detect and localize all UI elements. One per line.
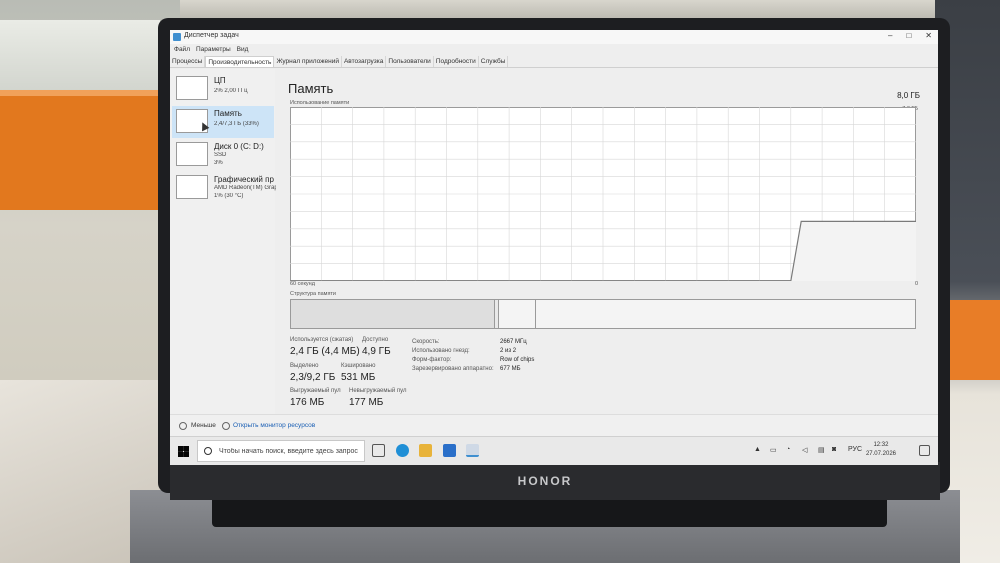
network-icon[interactable]: ◔ bbox=[786, 446, 790, 453]
windows-taskbar: Чтобы начать поиск, введите здесь запрос… bbox=[170, 436, 938, 465]
cached-value: 531 МБ bbox=[341, 372, 376, 383]
graph-axis-right: 0 bbox=[914, 281, 918, 287]
sidebar-item-disk[interactable]: Диск 0 (C: D:) SSD 3% bbox=[172, 139, 274, 171]
chevron-up-icon[interactable] bbox=[179, 422, 187, 430]
window-footer: Меньше Открыть монитор ресурсов bbox=[170, 414, 938, 436]
total-memory: 8,0 ГБ bbox=[897, 91, 920, 100]
memory-panel: Память 8,0 ГБ Использование памяти 7,3 Г… bbox=[282, 69, 932, 414]
menu-view[interactable]: Вид bbox=[237, 44, 249, 55]
disk-thumbnail-graph bbox=[176, 142, 208, 166]
sidebar-item-gpu[interactable]: Графический процессор AMD Radeon(TM) Gra… bbox=[172, 172, 276, 204]
taskbar-clock[interactable]: 12:32 27.07.2026 bbox=[866, 441, 896, 459]
notification-center-icon[interactable] bbox=[919, 445, 930, 456]
window-title: Диспетчер задач bbox=[184, 32, 239, 39]
tab-app-history[interactable]: Журнал приложений bbox=[274, 56, 342, 67]
paged-pool-label: Выгружаемый пул bbox=[290, 388, 341, 394]
structure-segment-free bbox=[536, 300, 915, 328]
speed-label: Скорость: bbox=[412, 339, 440, 345]
tray-show-hidden-icon[interactable]: ▲ bbox=[754, 446, 761, 453]
menu-bar: Файл Параметры Вид bbox=[170, 44, 938, 55]
cpu-thumbnail-graph bbox=[176, 76, 208, 100]
cached-label: Кэшировано bbox=[341, 363, 376, 369]
structure-segment-standby bbox=[499, 300, 536, 328]
paged-pool-value: 176 МБ bbox=[290, 397, 325, 408]
committed-label: Выделено bbox=[290, 363, 319, 369]
sidebar-item-memory[interactable]: Память 2,4/7,3 ГБ (33%) bbox=[172, 106, 274, 138]
slots-label: Использовано гнезд: bbox=[412, 348, 470, 354]
volume-icon[interactable]: ◁ bbox=[802, 446, 807, 454]
slots-value: 2 из 2 bbox=[500, 348, 517, 354]
speed-value: 2667 МГц bbox=[500, 339, 527, 345]
committed-value: 2,3/9,2 ГБ bbox=[290, 372, 336, 383]
windows-start-icon[interactable] bbox=[178, 446, 189, 457]
sidebar-item-cpu[interactable]: ЦП 2% 2,00 ГГц bbox=[172, 73, 274, 105]
camera-icon[interactable]: ◙ bbox=[832, 446, 836, 453]
tab-performance[interactable]: Производительность bbox=[205, 56, 275, 67]
clock-time: 12:32 bbox=[873, 442, 889, 448]
usage-graph-label: Использование памяти bbox=[290, 100, 350, 106]
minimize-button[interactable]: – bbox=[888, 31, 892, 40]
graph-axis-left: 60 секунд bbox=[290, 281, 315, 287]
sidebar-item-detail: 2% 2,00 ГГц bbox=[214, 88, 248, 94]
file-explorer-icon[interactable] bbox=[419, 444, 432, 457]
edge-browser-icon[interactable] bbox=[396, 444, 409, 457]
sidebar-item-label: Графический процессор bbox=[214, 175, 274, 184]
memory-structure-bar bbox=[290, 299, 916, 329]
tab-details[interactable]: Подробности bbox=[434, 56, 479, 67]
clock-date: 27.07.2026 bbox=[865, 451, 896, 457]
structure-segment-in-use bbox=[291, 300, 495, 328]
sidebar-item-detail: 1% (30 °C) bbox=[214, 193, 244, 199]
store-icon[interactable] bbox=[443, 444, 456, 457]
language-indicator[interactable]: РУС bbox=[848, 446, 862, 453]
in-use-value: 2,4 ГБ (4,4 МБ) bbox=[290, 346, 360, 357]
battery-icon[interactable]: ▭ bbox=[770, 446, 777, 454]
task-view-icon[interactable] bbox=[372, 444, 385, 457]
memory-structure-label: Структура памяти bbox=[290, 291, 337, 297]
tab-services[interactable]: Службы bbox=[479, 56, 509, 67]
resource-monitor-icon bbox=[222, 422, 230, 430]
nonpaged-pool-value: 177 МБ bbox=[349, 397, 384, 408]
sidebar-item-label: Память bbox=[214, 109, 242, 118]
form-factor-label: Форм-фактор: bbox=[412, 357, 452, 363]
laptop-brand-logo: HONOR bbox=[517, 474, 573, 488]
search-icon bbox=[204, 447, 212, 455]
sidebar-item-detail: SSD bbox=[214, 152, 227, 158]
tab-startup[interactable]: Автозагрузка bbox=[342, 56, 387, 67]
tab-processes[interactable]: Процессы bbox=[170, 56, 206, 67]
maximize-button[interactable]: □ bbox=[906, 31, 911, 40]
taskbar-search-input[interactable]: Чтобы начать поиск, введите здесь запрос bbox=[197, 440, 365, 462]
available-label: Доступно bbox=[362, 337, 389, 343]
background-counter bbox=[0, 90, 160, 210]
background-shelf bbox=[0, 20, 160, 100]
available-value: 4,9 ГБ bbox=[362, 346, 391, 357]
reserved-value: 677 МБ bbox=[500, 366, 521, 372]
nonpaged-pool-label: Невыгружаемый пул bbox=[349, 388, 407, 394]
sidebar-item-label: Диск 0 (C: D:) bbox=[214, 142, 264, 151]
gpu-thumbnail-graph bbox=[176, 175, 208, 199]
laptop-screen: Диспетчер задач – □ ✕ Файл Параметры Вид… bbox=[170, 30, 938, 465]
sidebar-item-label: ЦП bbox=[214, 76, 226, 85]
close-button[interactable]: ✕ bbox=[925, 31, 932, 40]
in-use-label: Используется (сжатая) bbox=[290, 337, 354, 343]
task-manager-icon bbox=[173, 33, 181, 41]
task-manager-taskbar-icon[interactable] bbox=[466, 444, 479, 457]
menu-options[interactable]: Параметры bbox=[196, 44, 231, 55]
form-factor-value: Row of chips bbox=[500, 357, 535, 363]
keyboard-icon[interactable]: ▤ bbox=[818, 446, 825, 454]
performance-sidebar: ЦП 2% 2,00 ГГц Память 2,4/7,3 ГБ (33%) Д… bbox=[170, 69, 276, 414]
reserved-label: Зарезервировано аппаратно: bbox=[412, 366, 494, 372]
memory-usage-chart bbox=[290, 107, 916, 281]
open-resource-monitor-link[interactable]: Открыть монитор ресурсов bbox=[233, 422, 315, 429]
tab-users[interactable]: Пользователи bbox=[386, 56, 434, 67]
search-placeholder: Чтобы начать поиск, введите здесь запрос bbox=[219, 448, 358, 455]
window-titlebar[interactable]: Диспетчер задач – □ ✕ bbox=[170, 30, 938, 44]
fewer-details-link[interactable]: Меньше bbox=[191, 422, 216, 429]
tab-bar: Процессы Производительность Журнал прило… bbox=[170, 56, 938, 68]
menu-file[interactable]: Файл bbox=[174, 44, 190, 55]
sidebar-item-detail: 2,4/7,3 ГБ (33%) bbox=[214, 121, 259, 127]
page-title: Память bbox=[288, 81, 334, 96]
sidebar-item-detail: AMD Radeon(TM) Graphics bbox=[214, 185, 276, 191]
sidebar-item-detail: 3% bbox=[214, 160, 223, 166]
